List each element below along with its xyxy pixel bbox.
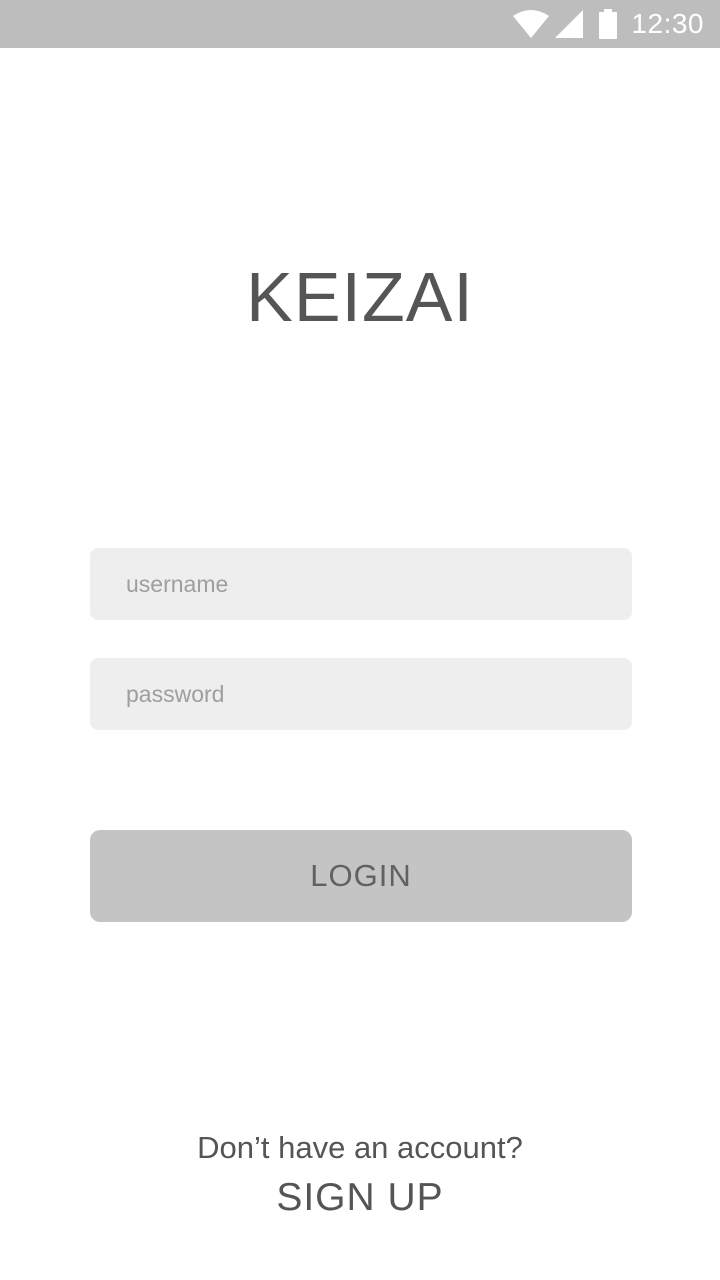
- cell-signal-icon: [555, 10, 584, 38]
- signup-link[interactable]: SIGN UP: [260, 1174, 460, 1222]
- battery-icon: [599, 9, 618, 39]
- signup-prompt: Don’t have an account?: [197, 1130, 523, 1165]
- app-title: KEIZAI: [246, 258, 474, 336]
- username-input[interactable]: [90, 548, 632, 620]
- login-button[interactable]: LOGIN: [90, 830, 632, 922]
- status-bar: 12:30: [0, 0, 720, 48]
- status-time: 12:30: [631, 8, 704, 39]
- password-input[interactable]: [90, 658, 632, 730]
- login-screen: 12:30 KEIZAI LOGIN Don’t have an account…: [0, 0, 720, 1280]
- wifi-icon: [513, 10, 550, 38]
